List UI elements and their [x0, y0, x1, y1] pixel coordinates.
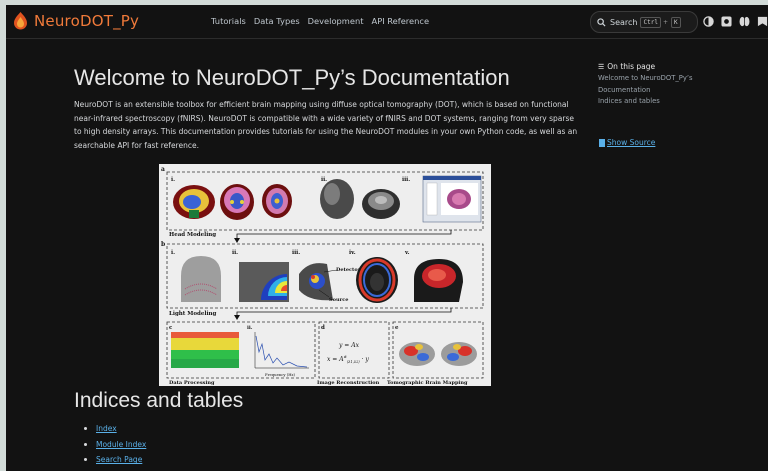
- head-mri-axial: [262, 184, 292, 218]
- kbd-plus: +: [662, 18, 668, 26]
- head-mri-sagittal: [173, 185, 215, 219]
- indices-title: Indices and tables: [74, 389, 244, 412]
- intro-paragraph: NeuroDOT is an extensible toolbox for ef…: [74, 100, 578, 150]
- sensitivity-map: [239, 262, 289, 302]
- head-sensor-cap: [181, 256, 221, 302]
- fig-roman-c2: ii.: [247, 325, 253, 331]
- fig-label-e: e: [395, 325, 399, 331]
- fig-roman-a2: ii.: [321, 177, 327, 183]
- kbd-k: K: [670, 16, 681, 28]
- head-mesh-slice: [362, 189, 400, 219]
- github-icon[interactable]: [719, 14, 734, 29]
- search-label: Search: [610, 17, 638, 27]
- list-item: Module Index: [84, 440, 146, 449]
- head-brain-activation: [414, 259, 463, 302]
- fig-row1-label: Head Modeling: [169, 232, 216, 238]
- toc-item-indices[interactable]: Indices and tables: [598, 96, 748, 108]
- kbd-ctrl: Ctrl: [640, 16, 661, 28]
- link-module-index[interactable]: Module Index: [96, 440, 146, 449]
- fig-roman-b3: iii.: [292, 250, 300, 256]
- fig-source-label: Source: [329, 297, 348, 303]
- fig-row3-label: Data Processing: [169, 380, 215, 386]
- fig-label-b: b: [161, 241, 165, 248]
- toc-item-welcome-line1: Welcome to NeuroDOT_Py’s: [598, 74, 693, 82]
- file-icon: [599, 138, 605, 147]
- page-frame: NeuroDOT_Py Tutorials Data Types Develop…: [6, 5, 768, 471]
- fig-roman-a3: iii.: [402, 177, 410, 183]
- page-title: Welcome to NeuroDOT_Py’s Documentation: [74, 65, 510, 90]
- link-index[interactable]: Index: [96, 424, 117, 433]
- search-icon: [597, 17, 606, 27]
- fig-roman-b1: i.: [171, 250, 175, 256]
- fig-label-d: d: [321, 325, 325, 331]
- brain-slice-sensitivity: [356, 257, 398, 303]
- list-item: Index: [84, 424, 146, 433]
- fig-row5-label: Tomographic Brain Mapping: [387, 380, 468, 386]
- fig-label-a: a: [161, 166, 165, 173]
- show-source-link[interactable]: Show Source: [599, 138, 655, 147]
- fig-roman-b4: iv.: [349, 250, 356, 256]
- link-search-page[interactable]: Search Page: [96, 455, 142, 464]
- software-window: [422, 175, 482, 223]
- indices-list: Index Module Index Search Page: [84, 424, 146, 471]
- brain-map-left: [399, 342, 435, 366]
- toc-title: ☰ On this page: [598, 62, 748, 71]
- nav-data-types[interactable]: Data Types: [254, 16, 300, 26]
- theme-toggle-icon[interactable]: [701, 14, 716, 29]
- main-nav: Tutorials Data Types Development API Ref…: [211, 16, 437, 26]
- fig-row4-label: Image Reconstruction: [317, 380, 380, 386]
- toc-title-text: On this page: [607, 62, 656, 71]
- head-mri-coronal: [220, 184, 254, 220]
- list-item: Search Page: [84, 455, 146, 464]
- fig-eq-1: y = Ax: [338, 342, 360, 349]
- brand-name[interactable]: NeuroDOT_Py: [34, 12, 139, 30]
- bookmark-icon[interactable]: [755, 14, 768, 29]
- nav-development[interactable]: Development: [308, 16, 364, 26]
- header-icons: [701, 14, 768, 29]
- toc-item-welcome[interactable]: Welcome to NeuroDOT_Py’s: [598, 73, 748, 85]
- nav-tutorials[interactable]: Tutorials: [211, 16, 246, 26]
- fig-freq-axis: Frequency (Hz): [265, 372, 296, 377]
- top-navbar: NeuroDOT_Py Tutorials Data Types Develop…: [6, 5, 768, 39]
- brain-icon[interactable]: [737, 14, 752, 29]
- search-button[interactable]: Search Ctrl + K: [590, 11, 698, 33]
- fig-roman-b2: ii.: [232, 250, 238, 256]
- toc-item-welcome-line2[interactable]: Documentation: [598, 85, 748, 97]
- fig-row2-label: Light Modeling: [169, 311, 217, 317]
- head-mesh-gray: [320, 179, 354, 219]
- fig-roman-b5: v.: [404, 250, 410, 256]
- nav-api-reference[interactable]: API Reference: [372, 16, 430, 26]
- fig-roman-a1: i.: [171, 177, 175, 183]
- list-icon: ☰: [598, 62, 605, 71]
- brain-map-right: [441, 342, 477, 366]
- on-this-page-toc: ☰ On this page Welcome to NeuroDOT_Py’s …: [598, 62, 748, 108]
- show-source-label: Show Source: [607, 138, 656, 147]
- fig-detector-label: Detector: [336, 267, 361, 273]
- data-timecourse: [171, 332, 239, 368]
- pipeline-figure: a i. ii. iii. Head Modeling b i. ii. iii…: [159, 164, 491, 386]
- logo-icon[interactable]: [14, 12, 27, 30]
